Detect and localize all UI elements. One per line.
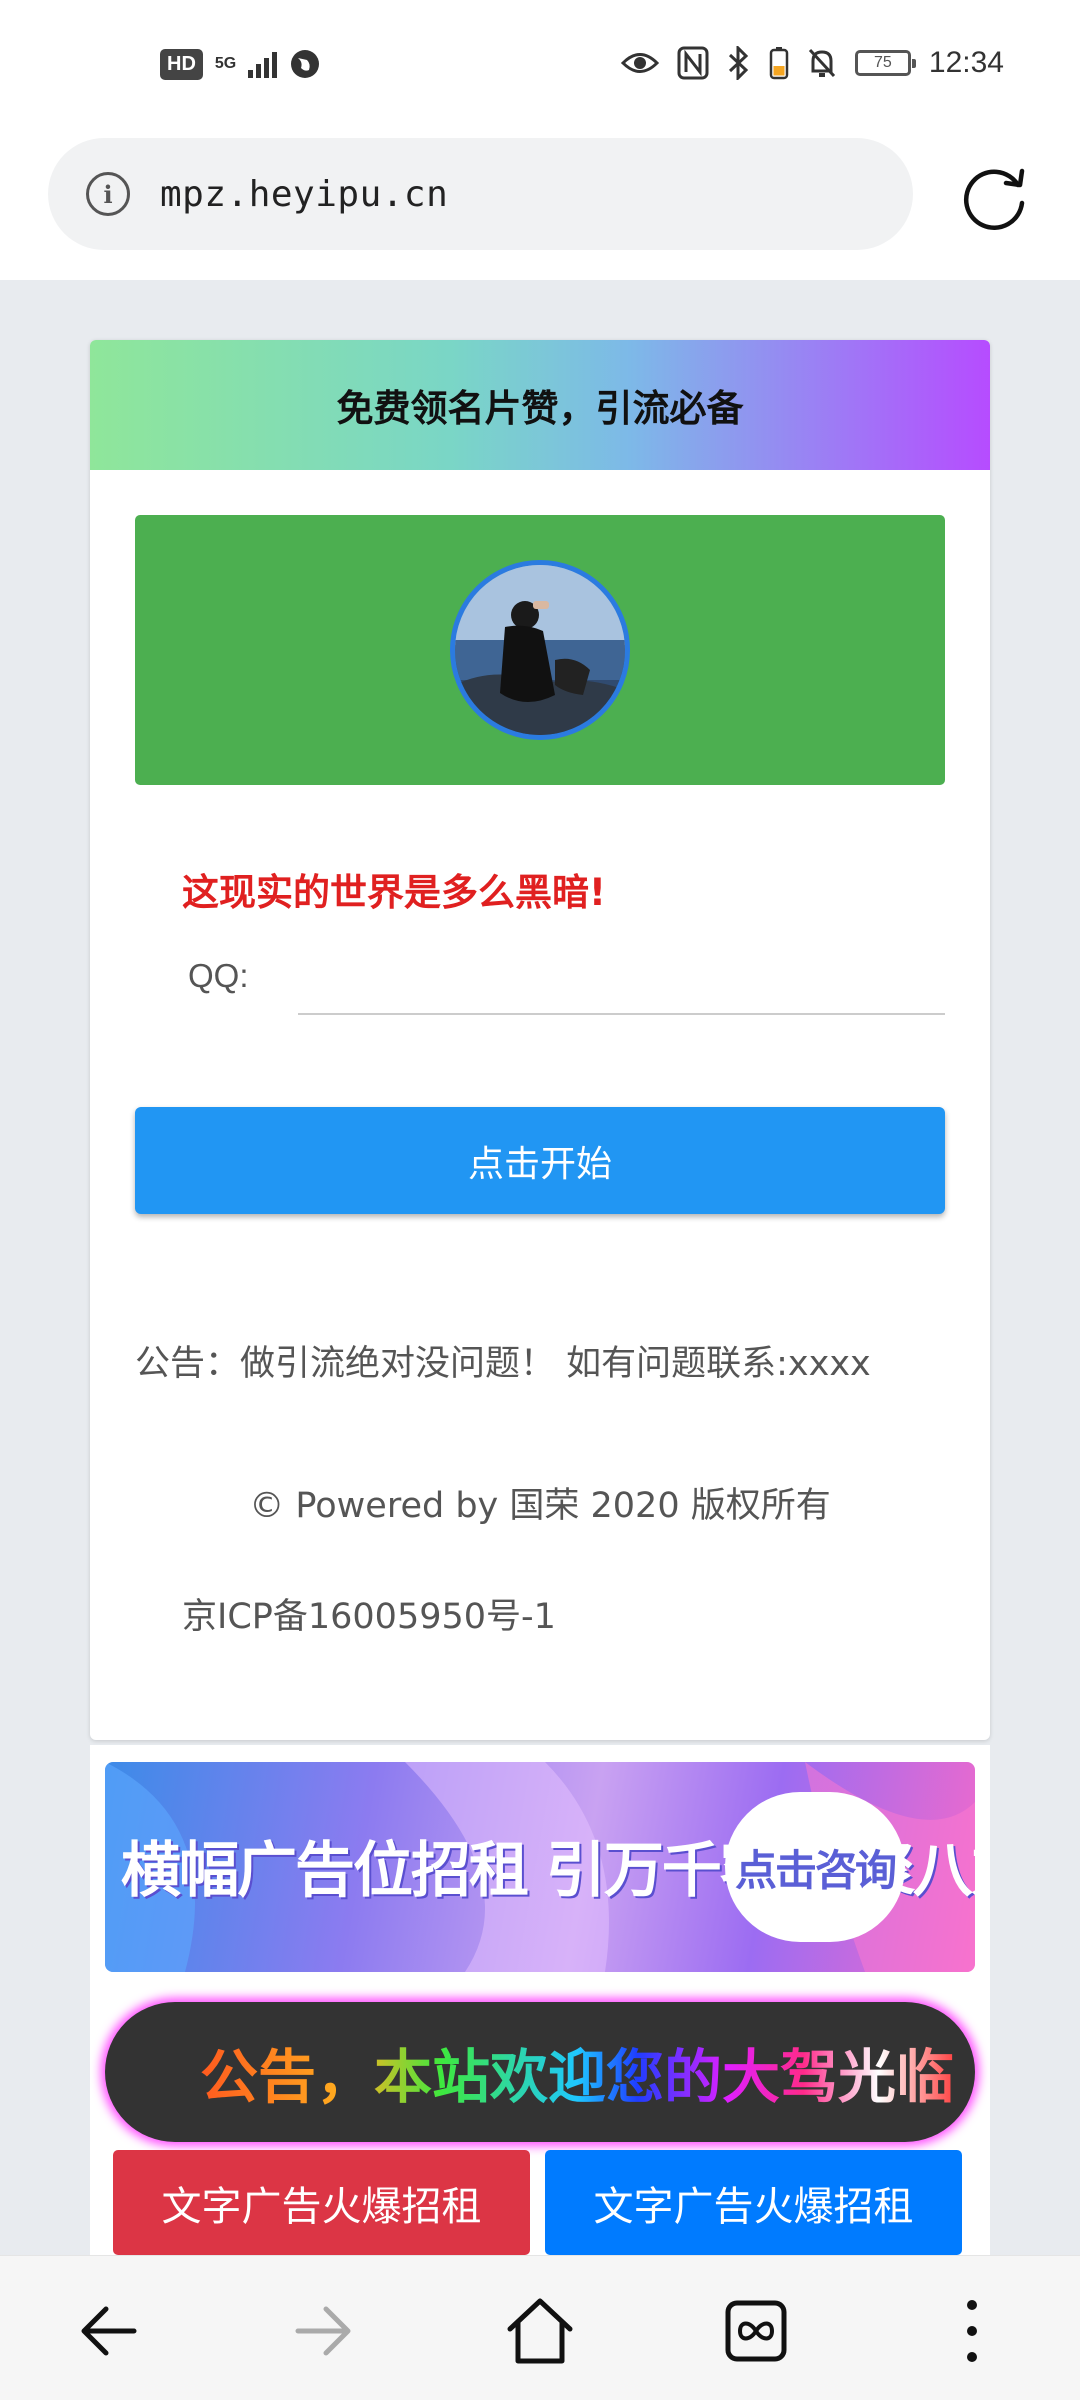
back-icon	[81, 2306, 137, 2356]
banner-consult-button[interactable]: 点击咨询	[725, 1792, 905, 1942]
globe-icon	[291, 50, 320, 78]
tabs-button[interactable]	[716, 2291, 796, 2371]
banner-ad[interactable]: 横幅广告位招租 引万千客流 聚八方之财气 点击咨询	[105, 1762, 975, 1972]
nfc-icon	[677, 46, 709, 80]
qq-input[interactable]	[298, 940, 945, 1015]
status-bar: HD 5G 75 12:34	[0, 0, 1080, 135]
address-bar[interactable]: i mpz.heyipu.cn	[48, 138, 913, 250]
marquee-text: 公告，本站欢迎您的大驾光临	[200, 2030, 954, 2114]
mute-icon	[808, 48, 836, 78]
reload-icon[interactable]	[960, 163, 1032, 235]
announcement-marquee: 公告，本站欢迎您的大驾光临	[105, 2002, 975, 2142]
slogan: 这现实的世界是多么黑暗!	[182, 871, 606, 914]
browser-bottom-nav	[0, 2255, 1080, 2400]
url-text[interactable]: mpz.heyipu.cn	[160, 174, 448, 215]
forward-button[interactable]	[284, 2291, 364, 2371]
copyright: © Powered by 国荣 2020 版权所有	[249, 1486, 831, 1526]
battery-icon: 75	[854, 50, 916, 76]
start-button[interactable]: 点击开始	[135, 1107, 945, 1214]
main-card: 免费领名片赞，引流必备 这现实的世界是多么黑暗! QQ: 点击开始 公告：做引流…	[90, 340, 990, 1740]
avatar-photo	[455, 565, 625, 735]
avatar	[450, 560, 630, 740]
bluetooth-icon	[728, 46, 749, 80]
icp-license[interactable]: 京ICP备16005950号-1	[182, 1588, 556, 1639]
home-button[interactable]	[500, 2291, 580, 2371]
menu-button[interactable]	[932, 2291, 1012, 2371]
ads-section: 横幅广告位招租 引万千客流 聚八方之财气 点击咨询 公告，本站欢迎您的大驾光临 …	[90, 1745, 990, 2255]
page-title: 免费领名片赞，引流必备	[336, 387, 744, 430]
status-right: 75 12:34	[620, 46, 1004, 80]
eye-icon	[620, 53, 659, 73]
text-ad-button-2[interactable]: 文字广告火爆招租	[545, 2150, 962, 2255]
hd-icon: HD	[160, 48, 203, 80]
text-ad-button-1[interactable]: 文字广告火爆招租	[113, 2150, 530, 2255]
info-icon[interactable]: i	[86, 172, 130, 216]
network-type: 5G	[214, 55, 237, 72]
status-left: HD 5G	[160, 48, 321, 80]
tabs-icon	[725, 2300, 787, 2362]
qq-label: QQ:	[188, 957, 249, 994]
forward-icon	[295, 2306, 351, 2356]
back-button[interactable]	[68, 2291, 148, 2371]
phone-battery-icon	[769, 47, 789, 80]
clock: 12:34	[928, 46, 1004, 79]
card-header: 免费领名片赞，引流必备	[90, 340, 990, 470]
avatar-panel	[135, 515, 945, 785]
menu-icon	[967, 2300, 977, 2362]
notice-text: 公告：做引流绝对没问题！ 如有问题联系:xxxx	[135, 1344, 871, 1384]
signal-icon	[248, 50, 278, 78]
home-icon	[507, 2298, 573, 2364]
browser-toolbar: i mpz.heyipu.cn	[0, 135, 1080, 280]
